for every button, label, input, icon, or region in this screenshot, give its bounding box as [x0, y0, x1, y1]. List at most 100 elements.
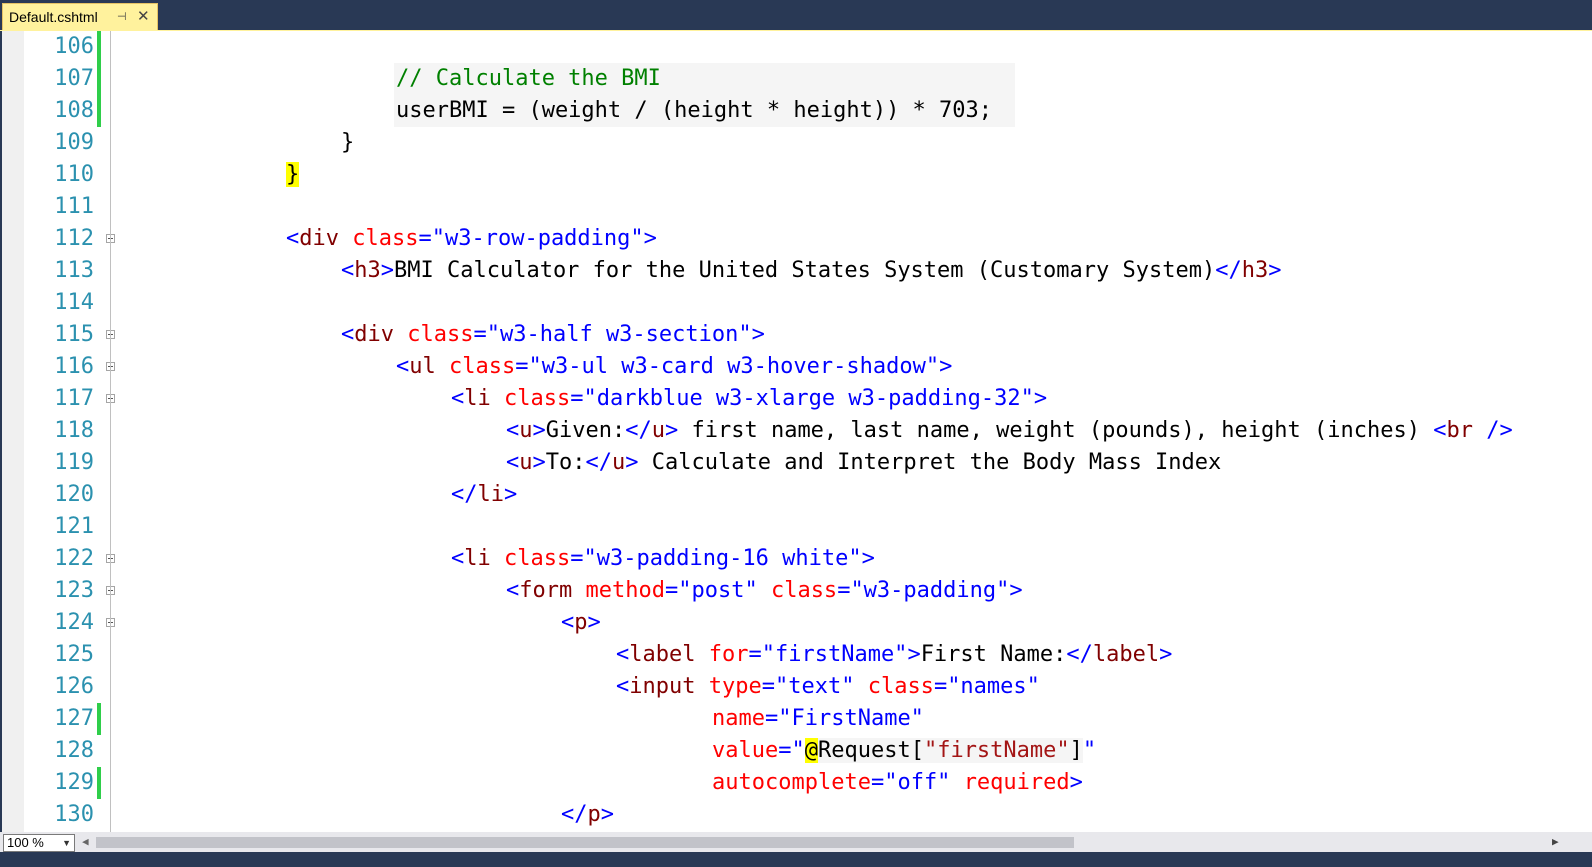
razor-expression: Request[: [817, 738, 924, 763]
tag-delim: >: [664, 418, 679, 443]
attr-value: "text": [774, 674, 855, 699]
code-line-120: </li>: [451, 479, 517, 511]
tag-delim: </: [1066, 642, 1093, 667]
tag-delim: <: [286, 226, 300, 251]
code-area[interactable]: // Calculate the BMI userBMI = (weight /…: [2, 31, 1568, 832]
attr-eq: =: [933, 674, 948, 699]
attr-name: class: [449, 354, 516, 379]
razor-expression: ]: [1069, 738, 1083, 763]
text-content: First Name:: [920, 642, 1067, 667]
attr-quote: ": [1082, 738, 1097, 763]
code-line-110: }: [286, 159, 300, 191]
attr-name: class: [504, 546, 571, 571]
tag-delim: >: [587, 610, 601, 635]
tag-name: form: [519, 578, 573, 603]
zoom-value: 100 %: [7, 835, 44, 850]
editor-bottom-bar: 100 % ▼ ◀ ▶: [0, 832, 1592, 867]
tag-delim: >: [643, 226, 657, 251]
code-line-123: <form method="post" class="w3-padding">: [506, 575, 1023, 607]
tag-delim: >: [625, 450, 639, 475]
code-line-115: <div class="w3-half w3-section">: [341, 319, 765, 351]
tag-delim: </: [585, 450, 613, 475]
chevron-down-icon: ▼: [62, 838, 71, 848]
attr-name: value: [712, 738, 779, 763]
code-editor[interactable]: 106 107 108 109 110 111 112 113 114 115 116 117 118 1…: [2, 31, 1568, 832]
tag-delim: >: [1069, 770, 1083, 795]
tag-delim: <: [616, 674, 630, 699]
code-line-112: <div class="w3-row-padding">: [286, 223, 657, 255]
tag-name: div: [299, 226, 339, 251]
tag-name: li: [477, 482, 505, 507]
attr-eq: =: [570, 546, 584, 571]
code-line-127: name="FirstName": [712, 703, 924, 735]
attr-name: type: [708, 674, 762, 699]
matched-brace: }: [286, 162, 300, 187]
tag-delim: >: [1009, 578, 1023, 603]
tag-delim: <: [561, 610, 575, 635]
text-content: Calculate and Interpret the Body Mass In…: [638, 450, 1222, 475]
attr-name: class: [407, 322, 474, 347]
code-line-128: value="@Request["firstName"]": [712, 735, 1096, 767]
zoom-dropdown[interactable]: 100 % ▼: [3, 834, 75, 852]
tag-delim: <: [396, 354, 410, 379]
horizontal-scroll-thumb[interactable]: [96, 837, 1074, 848]
tag-name: u: [519, 418, 533, 443]
tag-delim: >: [907, 642, 921, 667]
attr-value: "firstName": [761, 642, 908, 667]
tag-delim: >: [380, 258, 394, 283]
tag-name: label: [629, 642, 696, 667]
tag-delim: >: [751, 322, 765, 347]
tab-label: Default.cshtml: [9, 9, 98, 25]
tag-delim: >: [1033, 386, 1048, 411]
attr-value: "w3-ul w3-card w3-hover-shadow": [528, 354, 940, 379]
tag-name: p: [574, 610, 588, 635]
tag-delim: >: [600, 802, 614, 827]
text-content: BMI Calculator for the United States Sys…: [394, 258, 1216, 283]
attr-name: class: [770, 578, 838, 603]
tag-delim: <: [451, 546, 465, 571]
attr-quote: ": [791, 738, 805, 763]
code-line-124: <p>: [561, 607, 601, 639]
scroll-left-icon[interactable]: ◀: [82, 835, 89, 848]
attr-value: "w3-padding-16 white": [583, 546, 862, 571]
attr-eq: =: [473, 322, 487, 347]
attr-name: name: [712, 706, 765, 731]
tag-delim: >: [504, 482, 518, 507]
attr-name: class: [504, 386, 571, 411]
tag-delim: <: [451, 386, 465, 411]
close-icon[interactable]: ✕: [137, 7, 150, 25]
tag-delim: </: [625, 418, 652, 443]
razor-string: "firstName": [923, 738, 1070, 763]
attr-value: "off": [884, 770, 951, 795]
attr-name: required: [963, 770, 1070, 795]
attr-name: class: [867, 674, 934, 699]
razor-transition: @: [804, 738, 818, 763]
code-line-129: autocomplete="off" required>: [712, 767, 1083, 799]
code-line-130: </p>: [561, 799, 614, 831]
code-line-126: <input type="text" class="names": [616, 671, 1040, 703]
attr-value: "names": [947, 674, 1040, 699]
attr-value: "w3-padding": [850, 578, 1010, 603]
text-content: To:: [545, 450, 586, 475]
tab-default-cshtml[interactable]: Default.cshtml ⊣ ✕: [2, 3, 158, 30]
vertical-scrollbar[interactable]: [1568, 31, 1592, 832]
tag-name: u: [519, 450, 533, 475]
text-content: first name, last name, weight (pounds), …: [678, 418, 1434, 443]
tag-name: label: [1092, 642, 1160, 667]
code-line-117: <li class="darkblue w3-xlarge w3-padding…: [451, 383, 1047, 415]
pin-icon[interactable]: ⊣: [117, 10, 127, 23]
tag-delim: />: [1472, 418, 1513, 443]
code-line-113: <h3>BMI Calculator for the United States…: [341, 255, 1281, 287]
tag-name: h3: [354, 258, 381, 283]
close-brace: }: [341, 130, 355, 155]
code-line-118: <u>Given:</u> first name, last name, wei…: [506, 415, 1513, 447]
tag-delim: <: [506, 450, 520, 475]
tag-name: li: [464, 386, 491, 411]
code-line-116: <ul class="w3-ul w3-card w3-hover-shadow…: [396, 351, 952, 383]
attr-value: "w3-half w3-section": [486, 322, 752, 347]
attr-eq: =: [418, 226, 432, 251]
scroll-right-icon[interactable]: ▶: [1552, 835, 1559, 848]
tag-name: li: [464, 546, 491, 571]
attr-eq: =: [570, 386, 584, 411]
tag-name: h3: [1241, 258, 1269, 283]
